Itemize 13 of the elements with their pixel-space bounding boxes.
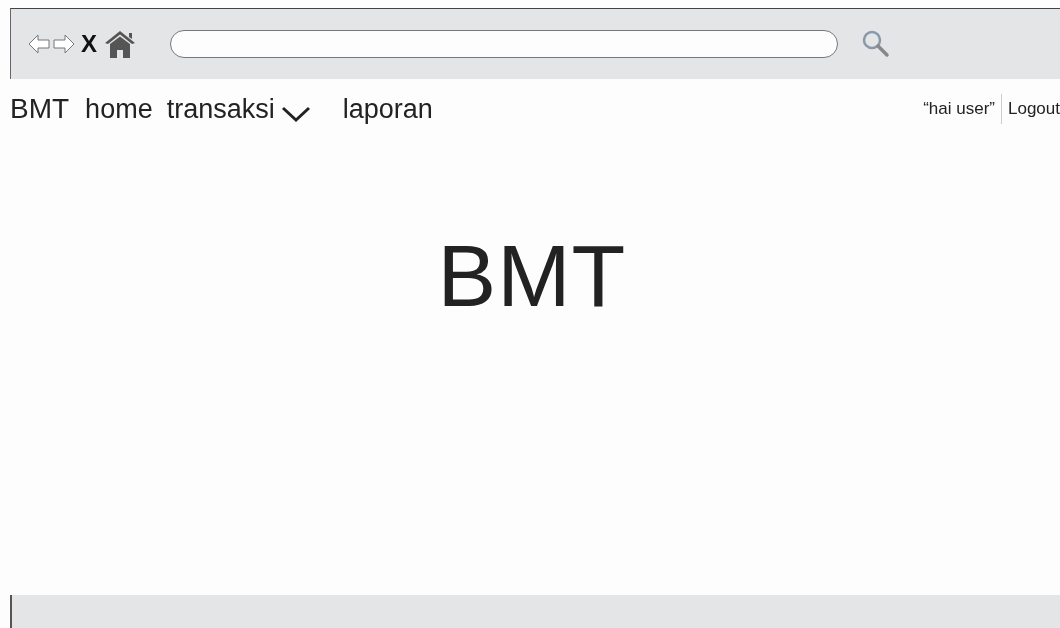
address-field[interactable] xyxy=(170,30,838,58)
home-icon[interactable] xyxy=(104,29,136,59)
nav-link[interactable]: home xyxy=(85,93,153,125)
brand-logo[interactable]: BMT xyxy=(10,93,70,125)
forward-icon[interactable] xyxy=(52,32,76,56)
back-icon[interactable] xyxy=(27,32,51,56)
nav-link[interactable]: laporan xyxy=(342,93,433,125)
user-greeting: “hai user” xyxy=(923,94,1002,124)
search-icon[interactable] xyxy=(861,29,891,59)
logout-link[interactable]: Logout xyxy=(1002,94,1060,124)
stop-button[interactable]: X xyxy=(77,32,103,56)
hero-title: BMT xyxy=(437,225,627,327)
nav-dropdown[interactable]: transaksi xyxy=(166,93,311,125)
